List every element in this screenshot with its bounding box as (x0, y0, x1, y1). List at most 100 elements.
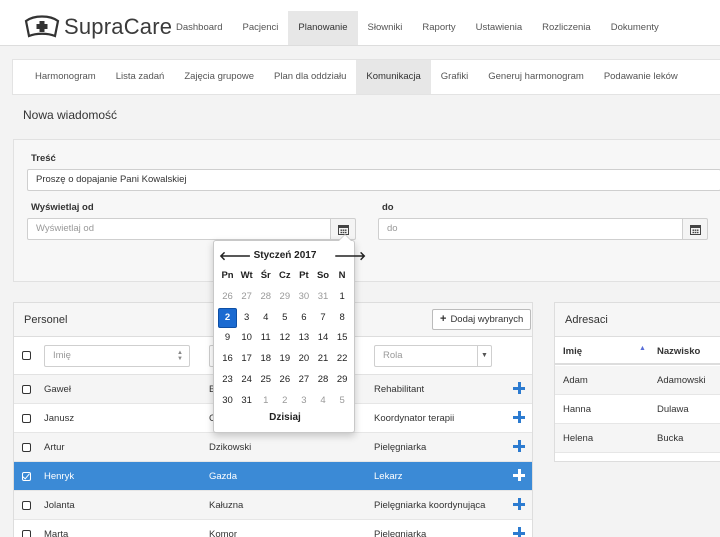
weekday-header: Śr (260, 270, 271, 281)
row-checkbox[interactable] (22, 472, 31, 481)
subnav-item-0[interactable]: Harmonogram (25, 60, 106, 94)
add-plus-icon[interactable] (513, 440, 525, 452)
calendar-day[interactable]: 11 (256, 328, 275, 349)
to-date-input[interactable]: do (378, 218, 684, 240)
calendar-day[interactable]: 9 (218, 328, 237, 349)
role-filter-select[interactable]: Rola ▼ (374, 345, 492, 367)
calendar-day[interactable]: 31 (237, 391, 256, 412)
from-label: Wyświetlaj od (31, 202, 94, 213)
nav-item-0[interactable]: Dashboard (166, 11, 232, 45)
nav-item-4[interactable]: Raporty (412, 11, 465, 45)
add-plus-icon[interactable] (513, 527, 525, 537)
nav-item-5[interactable]: Ustawienia (466, 11, 532, 45)
calendar-day[interactable]: 25 (256, 370, 275, 391)
plus-icon: + (440, 313, 447, 325)
add-plus-icon[interactable] (513, 469, 525, 481)
calendar-day[interactable]: 10 (237, 328, 256, 349)
recipient-row[interactable]: Adam Adamowski (555, 366, 720, 395)
subnav-item-5[interactable]: Grafiki (431, 60, 478, 94)
subnav-item-3[interactable]: Plan dla oddziału (264, 60, 356, 94)
calendar-day[interactable]: 17 (237, 349, 256, 370)
table-row[interactable]: Henryk Gazda Lekarz (14, 462, 532, 491)
subnav-item-7[interactable]: Podawanie leków (594, 60, 688, 94)
nav-item-2[interactable]: Planowanie (288, 11, 358, 45)
datepicker-grid: Pn Wt Śr Cz Pt So N 26 27 28 29 30 31 1 2 3 4 5 6 7 8 9 10 11 12… (218, 266, 352, 412)
calendar-day[interactable]: 30 (218, 391, 237, 412)
col-last-name[interactable]: Nazwisko (657, 346, 700, 357)
calendar-day[interactable]: 3 (294, 391, 313, 412)
row-checkbox[interactable] (22, 414, 31, 423)
table-row[interactable]: Jolanta Kałuzna Pielęgniarka koordynująca (14, 491, 532, 520)
datepicker-month-title[interactable]: Styczeń 2017 (244, 247, 326, 265)
calendar-day[interactable]: 15 (333, 328, 352, 349)
nav-item-7[interactable]: Dokumenty (601, 11, 669, 45)
calendar-day[interactable]: 28 (313, 370, 332, 391)
calendar-day[interactable]: 5 (333, 391, 352, 412)
calendar-day[interactable]: 7 (313, 308, 332, 329)
table-row[interactable]: Artur Dzikowski Pielęgniarka (14, 433, 532, 462)
calendar-day[interactable]: 31 (313, 287, 332, 308)
nav-item-3[interactable]: Słowniki (358, 11, 413, 45)
nav-item-1[interactable]: Pacjenci (232, 11, 288, 45)
calendar-day[interactable]: 18 (256, 349, 275, 370)
next-month-arrow-icon[interactable]: 🡒 (334, 247, 366, 265)
calendar-day[interactable]: 16 (218, 349, 237, 370)
calendar-day[interactable]: 27 (237, 287, 256, 308)
calendar-day[interactable]: 4 (256, 308, 275, 329)
add-plus-icon[interactable] (513, 382, 525, 394)
to-calendar-button[interactable] (682, 218, 708, 240)
calendar-day[interactable]: 20 (294, 349, 313, 370)
subnav-item-6[interactable]: Generuj harmonogram (478, 60, 594, 94)
row-checkbox[interactable] (22, 385, 31, 394)
calendar-day[interactable]: 26 (218, 287, 237, 308)
calendar-day[interactable]: 22 (333, 349, 352, 370)
col-first-name[interactable]: Imię (563, 346, 582, 357)
today-button[interactable]: Dzisiaj (214, 412, 356, 423)
recipient-row[interactable]: Helena Bucka (555, 424, 720, 453)
calendar-day[interactable]: 27 (294, 370, 313, 391)
subnav-item-1[interactable]: Lista zadań (106, 60, 175, 94)
add-selected-button[interactable]: + Dodaj wybranych (432, 309, 532, 330)
calendar-day[interactable]: 28 (256, 287, 275, 308)
calendar-day[interactable]: 8 (333, 308, 352, 329)
prev-month-arrow-icon[interactable]: 🡐 (219, 247, 251, 265)
subnav-item-4[interactable]: Komunikacja (356, 60, 431, 94)
calendar-day[interactable]: 26 (275, 370, 294, 391)
row-checkbox[interactable] (22, 443, 31, 452)
calendar-day[interactable]: 12 (275, 328, 294, 349)
add-plus-icon[interactable] (513, 498, 525, 510)
first-name-cell: Artur (44, 442, 65, 453)
calendar-day[interactable]: 29 (275, 287, 294, 308)
calendar-day[interactable]: 3 (237, 308, 256, 329)
calendar-day[interactable]: 30 (294, 287, 313, 308)
add-plus-icon[interactable] (513, 411, 525, 423)
table-row[interactable]: Marta Komor Pielęgniarka (14, 520, 532, 537)
calendar-icon (337, 224, 349, 235)
calendar-day[interactable]: 1 (256, 391, 275, 412)
row-checkbox[interactable] (22, 501, 31, 510)
content-input[interactable]: Proszę o dopajanie Pani Kowalskiej (27, 169, 720, 191)
first-name-cell: Jolanta (44, 500, 75, 511)
select-all-checkbox[interactable] (22, 351, 31, 360)
from-date-input[interactable]: Wyświetlaj od (27, 218, 332, 240)
calendar-day[interactable]: 29 (333, 370, 352, 391)
calendar-day[interactable]: 14 (313, 328, 332, 349)
subnav-item-2[interactable]: Zajęcia grupowe (174, 60, 264, 94)
recipient-row[interactable]: Hanna Dulawa (555, 395, 720, 424)
app-logo[interactable]: SupraCare (24, 14, 172, 40)
calendar-day[interactable]: 23 (218, 370, 237, 391)
calendar-day[interactable]: 1 (333, 287, 352, 308)
sort-asc-icon[interactable]: ▲ (639, 345, 646, 352)
calendar-day[interactable]: 2 (275, 391, 294, 412)
first-name-filter[interactable]: Imię ▲ ▼ (44, 345, 190, 367)
selected-day[interactable]: 2 (218, 307, 238, 329)
calendar-day[interactable]: 21 (313, 349, 332, 370)
calendar-day[interactable]: 6 (294, 308, 313, 329)
calendar-day[interactable]: 24 (237, 370, 256, 391)
calendar-day[interactable]: 19 (275, 349, 294, 370)
calendar-day[interactable]: 13 (294, 328, 313, 349)
calendar-day[interactable]: 4 (313, 391, 332, 412)
nav-item-6[interactable]: Rozliczenia (532, 11, 601, 45)
row-checkbox[interactable] (22, 530, 31, 537)
calendar-day[interactable]: 5 (275, 308, 294, 329)
